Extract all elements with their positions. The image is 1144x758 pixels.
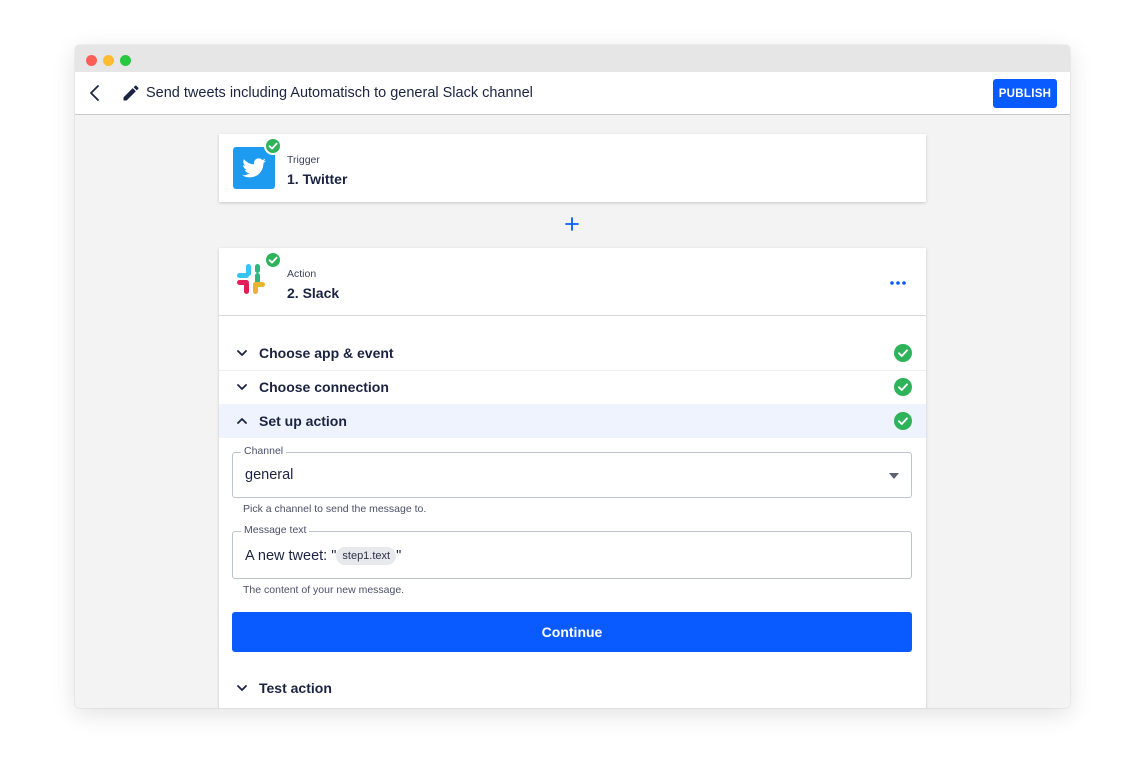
message-text-value: A new tweet: " step1.text "	[245, 547, 401, 565]
message-text-label: Message text	[241, 524, 310, 536]
message-text-field[interactable]: Message text A new tweet: " step1.text "	[232, 524, 912, 579]
channel-select[interactable]: Channel general	[232, 445, 912, 498]
dropdown-arrow-icon	[889, 473, 899, 479]
maximize-window-button[interactable]	[120, 55, 131, 66]
section-label: Choose connection	[259, 379, 389, 395]
editor-header: Send tweets including Automatisch to gen…	[75, 72, 1070, 115]
card-divider	[219, 315, 926, 316]
channel-help-text: Pick a channel to send the message to.	[243, 503, 427, 515]
app-window: Send tweets including Automatisch to gen…	[75, 45, 1070, 708]
trigger-step-card[interactable]: Trigger 1. Twitter	[219, 134, 926, 202]
section-choose-connection[interactable]: Choose connection	[219, 370, 926, 404]
message-prefix: A new tweet: "	[245, 548, 337, 564]
check-circle-icon	[894, 412, 912, 430]
section-test-action[interactable]: Test action	[219, 671, 926, 705]
back-arrow-icon[interactable]	[87, 83, 103, 103]
trigger-complete-check-icon	[264, 137, 282, 155]
chevron-down-icon	[237, 685, 247, 691]
action-complete-check-icon	[264, 251, 282, 269]
section-choose-app-event[interactable]: Choose app & event	[219, 336, 926, 370]
publish-button[interactable]: PUBLISH	[993, 79, 1057, 108]
check-circle-icon	[894, 344, 912, 362]
minimize-window-button[interactable]	[103, 55, 114, 66]
more-options-icon[interactable]	[888, 278, 908, 288]
message-suffix: "	[396, 548, 402, 564]
action-kicker: Action	[287, 268, 317, 280]
continue-button[interactable]: Continue	[232, 612, 912, 652]
message-help-text: The content of your new message.	[243, 584, 405, 596]
flow-title[interactable]: Send tweets including Automatisch to gen…	[146, 85, 533, 101]
chevron-down-icon	[237, 350, 247, 356]
window-titlebar	[75, 45, 1070, 72]
slack-icon	[237, 264, 265, 294]
close-window-button[interactable]	[86, 55, 97, 66]
trigger-kicker: Trigger	[287, 154, 320, 166]
chevron-down-icon	[237, 384, 247, 390]
check-circle-icon	[894, 378, 912, 396]
trigger-step-name: 1. Twitter	[287, 171, 348, 187]
section-label: Set up action	[259, 413, 347, 429]
chevron-up-icon	[237, 418, 247, 424]
section-label: Choose app & event	[259, 345, 394, 361]
section-set-up-action[interactable]: Set up action	[219, 404, 926, 438]
pencil-edit-icon[interactable]	[121, 83, 141, 103]
channel-label: Channel	[241, 445, 287, 457]
action-step-card: Action 2. Slack Choose app & event Choos…	[219, 248, 926, 708]
action-step-name: 2. Slack	[287, 285, 340, 301]
section-label: Test action	[259, 680, 332, 696]
variable-token[interactable]: step1.text	[336, 547, 397, 565]
add-step-plus-icon[interactable]	[564, 216, 580, 232]
channel-value: general	[245, 467, 294, 483]
